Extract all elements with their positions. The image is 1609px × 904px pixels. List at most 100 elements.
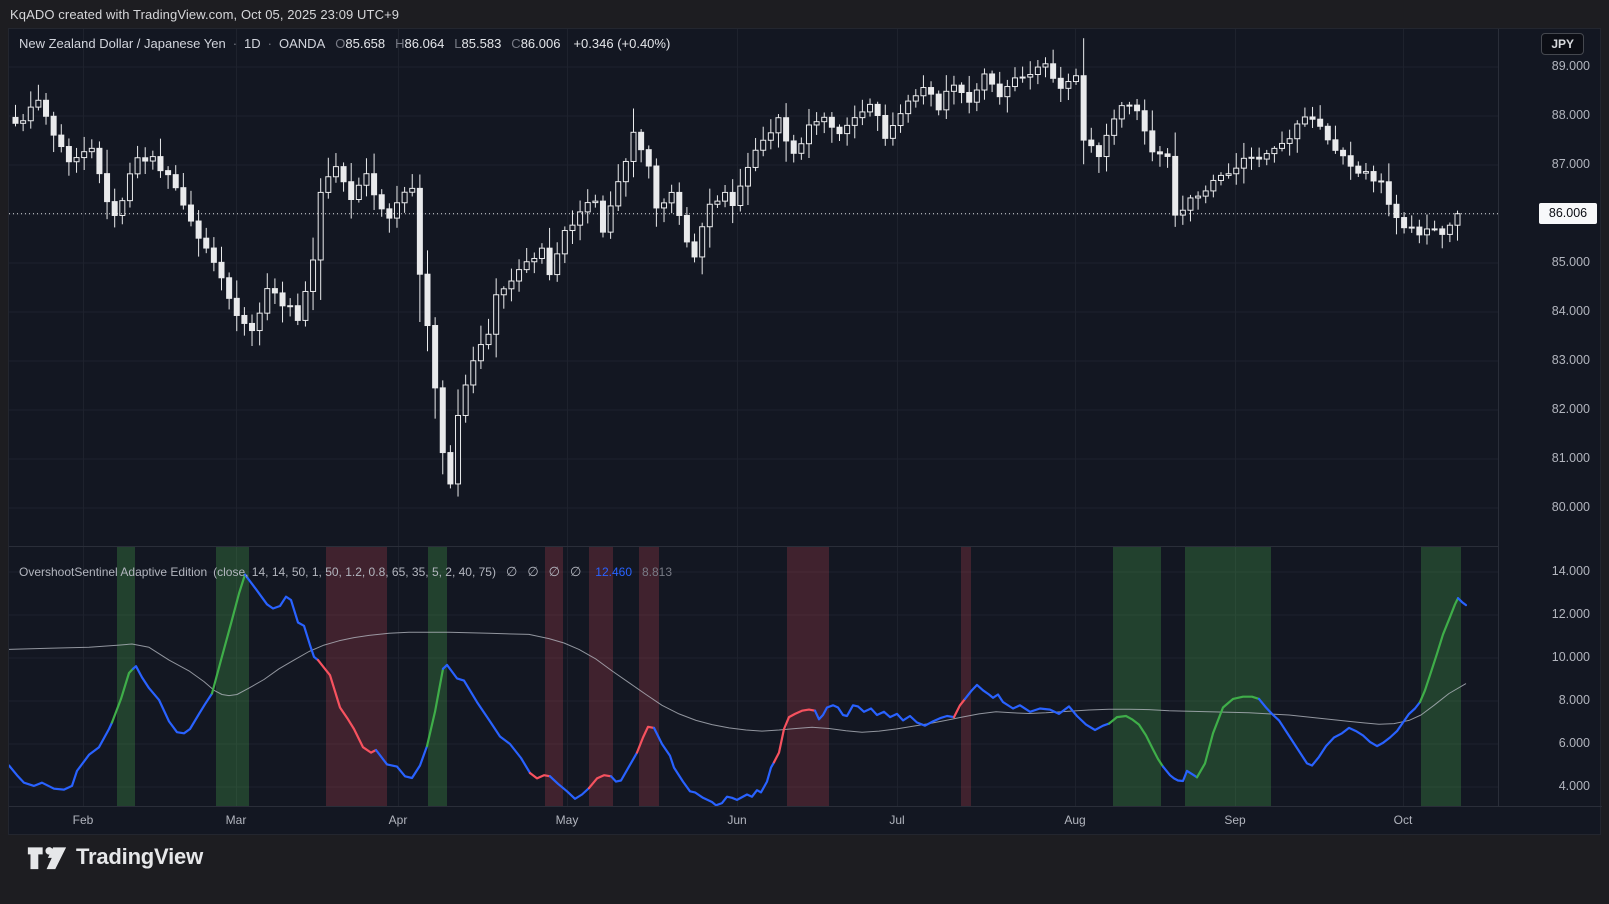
tradingview-logo-text: TradingView — [76, 844, 203, 869]
exchange-label[interactable]: OANDA — [279, 36, 325, 51]
candle-body — [622, 160, 629, 183]
candle-body — [867, 103, 874, 113]
candle-body — [973, 89, 980, 103]
month-label: May — [555, 813, 579, 827]
candle-body — [187, 204, 194, 222]
candle-body — [493, 294, 500, 335]
candle-body — [1256, 156, 1263, 160]
candle-body — [58, 134, 65, 148]
candle-body — [470, 360, 477, 386]
candle-body — [96, 147, 103, 175]
candle-body — [569, 224, 576, 232]
overshoot-band-green — [117, 546, 135, 806]
indicator-title[interactable]: OvershootSentinel Adaptive Edition — [19, 565, 207, 579]
candle-body — [1362, 171, 1369, 174]
currency-toggle-button[interactable]: JPY — [1541, 33, 1584, 55]
candle-body — [943, 90, 950, 111]
candle-body — [813, 121, 820, 126]
candle-body — [126, 173, 133, 202]
candle-body — [1279, 142, 1286, 149]
candle-body — [554, 253, 561, 276]
symbol-title[interactable]: New Zealand Dollar / Japanese Yen — [19, 36, 226, 51]
sentinel-line-blue — [131, 665, 214, 735]
tradingview-logo-icon — [27, 847, 67, 870]
candle-body — [1164, 153, 1171, 157]
candle-body — [279, 292, 286, 307]
indicator-tick-label: 8.000 — [1558, 693, 1590, 707]
indicator-legend: OvershootSentinel Adaptive Edition (clos… — [19, 564, 672, 580]
candle-body — [1118, 105, 1125, 120]
candle-body — [1301, 116, 1308, 125]
candle-body — [233, 297, 240, 316]
price-tick-label: 83.000 — [1551, 353, 1590, 367]
candle-body — [332, 166, 339, 178]
candle-body — [157, 156, 164, 172]
candle-body — [1347, 155, 1354, 167]
sentinel-line-blue — [609, 751, 639, 783]
candle-body — [1385, 181, 1392, 205]
overshoot-band-green — [428, 546, 447, 806]
sentinel-line-blue — [1257, 697, 1422, 767]
candle-body — [325, 176, 332, 193]
ohlc-high: H86.064 — [395, 36, 444, 51]
candle-body — [1202, 190, 1209, 197]
candle-body — [661, 202, 668, 209]
chart-canvas[interactable] — [9, 29, 1602, 836]
candle-body — [928, 87, 935, 95]
month-label: Sep — [1224, 813, 1246, 827]
interval-label[interactable]: 1D — [244, 36, 261, 51]
legend-separator: · — [232, 36, 238, 51]
candle-body — [1248, 156, 1255, 159]
candle-body — [50, 115, 57, 136]
overshoot-band-red — [326, 546, 387, 806]
candle-body — [1408, 226, 1415, 229]
candle-body — [508, 280, 515, 290]
candle-body — [645, 149, 652, 167]
candle-body — [836, 126, 843, 135]
candle-body — [1225, 173, 1232, 176]
candle-body — [1179, 209, 1186, 216]
candle-body — [195, 220, 202, 239]
candle-body — [1111, 118, 1118, 136]
candle-body — [1332, 139, 1339, 151]
overshoot-band-green — [216, 546, 249, 806]
candle-body — [165, 170, 172, 176]
candle-body — [546, 247, 553, 276]
candle-body — [1439, 228, 1446, 235]
candle-body — [1195, 195, 1202, 199]
low-letter: L — [454, 36, 462, 51]
candle-body — [409, 187, 416, 193]
candle-body — [340, 166, 347, 183]
indicator-tick-label: 10.000 — [1551, 650, 1590, 664]
candle-body — [1134, 104, 1141, 112]
high-value: 86.064 — [404, 36, 445, 51]
candle-body — [714, 200, 721, 205]
candle-body — [1095, 145, 1102, 158]
candle-body — [996, 83, 1003, 98]
candle-body — [439, 387, 446, 454]
empty-value-icon: ∅ — [569, 564, 582, 579]
candle-body — [203, 237, 210, 249]
price-tick-label: 81.000 — [1551, 451, 1590, 465]
candle-body — [752, 149, 759, 168]
candle-body — [256, 312, 263, 332]
candle-body — [249, 322, 256, 332]
candle-body — [691, 241, 698, 258]
candle-body — [676, 191, 683, 216]
candle-body — [142, 157, 149, 162]
candle-body — [905, 100, 912, 115]
candlestick-series — [12, 38, 1461, 497]
candle-body — [981, 73, 988, 91]
candle-body — [1103, 134, 1110, 158]
candle-body — [874, 103, 881, 116]
candle-body — [226, 277, 233, 299]
candle-body — [1446, 224, 1453, 235]
candle-body — [744, 166, 751, 187]
candle-body — [264, 288, 271, 314]
empty-value-icon: ∅ — [505, 564, 518, 579]
candle-body — [81, 151, 88, 159]
tradingview-logo[interactable]: TradingView — [27, 843, 203, 871]
candle-body — [73, 157, 80, 163]
candle-body — [1073, 75, 1080, 83]
candle-body — [912, 95, 919, 102]
